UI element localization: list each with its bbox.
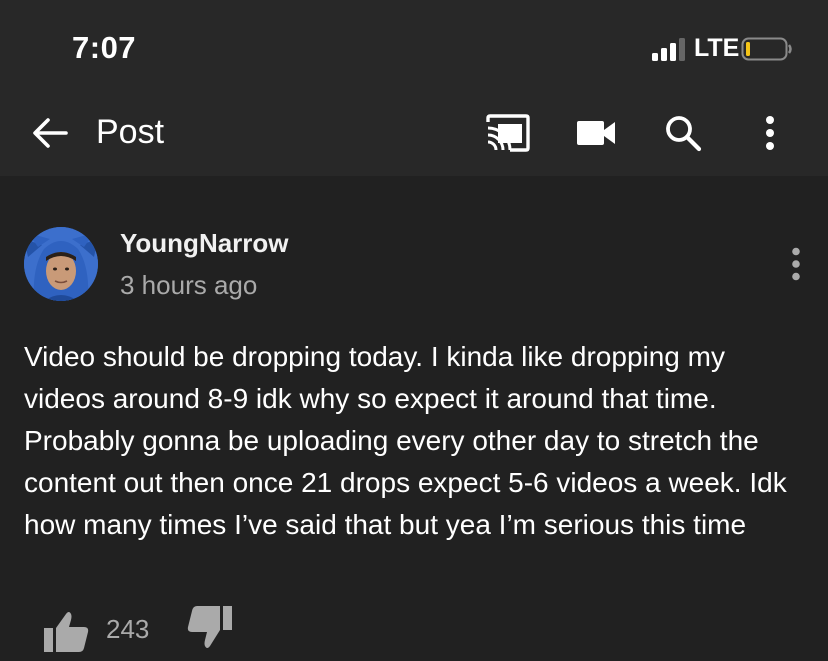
create-video-button[interactable] <box>572 108 620 158</box>
back-button[interactable] <box>26 109 74 157</box>
avatar[interactable] <box>24 227 98 301</box>
page-title: Post <box>96 113 165 151</box>
author-name[interactable]: YoungNarrow <box>120 228 289 259</box>
screen: 7:07 LTE Post YoungNarrow 3 hours ago Vi… <box>0 0 828 661</box>
more-vert-icon <box>792 247 800 281</box>
status-time: 7:07 <box>72 30 137 65</box>
search-icon <box>666 116 702 152</box>
more-options-button[interactable] <box>752 108 788 158</box>
more-vert-icon <box>766 116 774 150</box>
author-avatar-image <box>24 227 98 301</box>
battery-icon <box>741 37 792 61</box>
thumbs-down-icon <box>187 606 232 648</box>
app-header: Post <box>0 95 828 176</box>
cast-button[interactable] <box>480 108 536 158</box>
network-type: LTE <box>694 34 740 62</box>
like-count: 243 <box>106 614 150 644</box>
search-button[interactable] <box>660 108 706 158</box>
thumbs-up-icon <box>44 612 89 652</box>
back-arrow-icon <box>33 118 68 148</box>
status-bar: 7:07 LTE <box>0 0 828 95</box>
signal-icon <box>652 38 685 61</box>
post-text: Video should be dropping today. I kinda … <box>24 341 787 540</box>
post-menu-button[interactable] <box>780 242 812 286</box>
post-time: 3 hours ago <box>120 270 258 300</box>
cast-icon <box>486 114 530 152</box>
video-camera-icon <box>577 121 615 145</box>
like-button[interactable] <box>42 610 92 654</box>
dislike-button[interactable] <box>184 604 234 652</box>
